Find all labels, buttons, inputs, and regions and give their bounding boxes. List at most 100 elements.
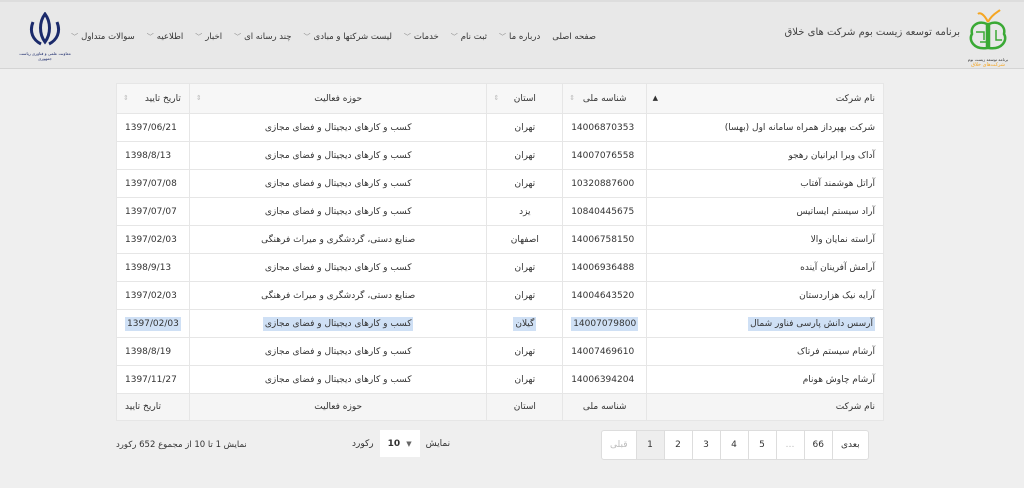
menu-item-4[interactable]: لیست شرکتها و مبادی ﹀	[304, 32, 392, 42]
table-row[interactable]: آرسس دانش پارسی فناور شمال 14007079800 گیل…	[116, 309, 884, 338]
company-name: آرایه نیک هزاردستان	[646, 281, 884, 310]
table-row[interactable]: آراد سیستم ایساتیس 10840445675 یزد کسب و کا…	[116, 197, 884, 226]
chevron-down-icon: ﹀	[303, 33, 311, 41]
activity-field: کسب و کارهای دیجیتال و فضای مجازی	[188, 253, 488, 282]
cell-text: تهران	[514, 178, 536, 189]
cell-text: صنایع دستی، گردشگری و میراث فرهنگی	[261, 234, 416, 245]
column-header-label: نام شرکت	[835, 93, 875, 104]
page-button[interactable]: 3	[691, 431, 720, 459]
cell-text: آداک ویرا ایرانیان رهجو	[788, 150, 875, 161]
province: تهران	[486, 281, 564, 310]
cell-text: کسب و کارهای دیجیتال و فضای مجازی	[264, 178, 412, 189]
column-header[interactable]: شناسه ملی ⇕	[562, 83, 648, 114]
cell-text: تهران	[514, 290, 536, 301]
cell-text: اصفهان	[510, 234, 539, 245]
province: اصفهان	[486, 225, 564, 254]
company-name: آرسس دانش پارسی فناور شمال	[646, 309, 884, 338]
page-button[interactable]: 4	[719, 431, 748, 459]
chevron-down-icon: ﹀	[234, 33, 242, 41]
column-footer: شناسه ملی	[562, 393, 648, 421]
cell-text: آرسس دانش پارسی فناور شمال	[748, 316, 875, 331]
approval-date: 1397/06/21	[116, 113, 190, 142]
column-header-label: حوزه فعالیت	[314, 93, 363, 104]
menu-item-3[interactable]: خدمات ﹀	[404, 32, 439, 42]
menu-item-label: اخبار	[205, 32, 223, 42]
national-id: 10320887600	[562, 169, 648, 198]
national-id: 14007076558	[562, 141, 648, 170]
column-header[interactable]: استان ⇕	[486, 83, 564, 114]
page-button[interactable]: 5	[747, 431, 776, 459]
company-name: آراسته نمایان والا	[646, 225, 884, 254]
cell-text: 10320887600	[571, 178, 635, 189]
national-id: 14006758150	[562, 225, 648, 254]
table-row[interactable]: آداک ویرا ایرانیان رهجو 14007076558 تهران ک…	[116, 141, 884, 170]
approval-date: 1398/9/13	[116, 253, 190, 282]
menu-item-7[interactable]: اطلاعیه ﹀	[147, 32, 183, 42]
table-row[interactable]: آراسته نمایان والا 14006758150 اصفهان صنایع…	[116, 225, 884, 254]
menu-item-label: صفحه اصلی	[552, 32, 596, 42]
next-page-button[interactable]: بعدی	[831, 431, 868, 459]
chevron-down-icon: ﹀	[195, 33, 203, 41]
table-row[interactable]: آرشام سیستم فرتاک 14007469610 تهران کسب و ک…	[116, 337, 884, 366]
national-id: 14006870353	[562, 113, 648, 142]
menu-item-1[interactable]: درباره ما ﹀	[499, 32, 540, 42]
page-button[interactable]: 1	[635, 431, 664, 459]
menu-item-5[interactable]: چند رسانه ای ﹀	[234, 32, 291, 42]
chevron-down-icon: ﹀	[403, 33, 411, 41]
approval-date: 1397/07/07	[116, 197, 190, 226]
sort-asc-icon: ▲	[652, 94, 658, 102]
brain-logo-icon: برنامه توسعه زیست بوم شرکت‌های خلاق	[966, 8, 1010, 68]
chevron-down-icon: ﹀	[146, 33, 154, 41]
length-label-after: رکورد	[352, 438, 374, 449]
top-navbar: برنامه توسعه زیست بوم شرکت‌های خلاق برنا…	[0, 0, 1024, 69]
column-header[interactable]: تاریخ تایید ⇕	[116, 83, 190, 114]
page-length-select[interactable]: 10 ▼	[379, 430, 420, 457]
cell-text: 1398/8/13	[125, 150, 172, 161]
table-row[interactable]: آرایه نیک هزاردستان 14004643520 تهران صنایع…	[116, 281, 884, 310]
main-menu: صفحه اصلی درباره ما ﹀ ثبت نام ﹀ خدمات ﹀ لیست شر…	[71, 32, 596, 42]
company-name: آراتل هوشمند آفتاب	[646, 169, 884, 198]
approval-date: 1397/11/27	[116, 365, 190, 394]
sort-icon: ⇕	[493, 94, 500, 102]
company-name: شرکت بهپرداز همراه سامانه اول (بهسا)	[646, 113, 884, 142]
menu-item-2[interactable]: ثبت نام ﹀	[451, 32, 487, 42]
activity-field: کسب و کارهای دیجیتال و فضای مجازی	[188, 365, 488, 394]
cell-text: 1398/8/19	[125, 346, 172, 357]
province: یزد	[486, 197, 564, 226]
company-name: آرشام چاوش هونام	[646, 365, 884, 394]
national-id: 10840445675	[562, 197, 648, 226]
menu-item-0[interactable]: صفحه اصلی	[552, 32, 596, 42]
cell-text: کسب و کارهای دیجیتال و فضای مجازی	[264, 346, 412, 357]
table-row[interactable]: شرکت بهپرداز همراه سامانه اول (بهسا) 1400…	[116, 113, 884, 142]
cell-text: شرکت بهپرداز همراه سامانه اول (بهسا)	[724, 122, 875, 133]
table-row[interactable]: آرشام چاوش هونام 14006394204 تهران کسب و کا…	[116, 365, 884, 394]
menu-item-8[interactable]: سوالات متداول ﹀	[71, 32, 135, 42]
chevron-down-icon: ﹀	[499, 33, 506, 41]
column-header-label: شناسه ملی	[582, 93, 627, 104]
table-info: نمایش 1 تا 10 از مجموع 652 رکورد	[116, 440, 247, 450]
approval-date: 1397/02/03	[116, 309, 190, 338]
column-header[interactable]: نام شرکت ▲	[646, 83, 884, 114]
cell-text: 1397/07/08	[125, 178, 177, 189]
chevron-down-icon: ﹀	[450, 33, 458, 41]
cell-text: 1398/9/13	[125, 262, 172, 273]
company-name: آرشام سیستم فرتاک	[646, 337, 884, 366]
column-header-label: تاریخ تایید	[144, 93, 181, 104]
approval-date: 1397/02/03	[116, 225, 190, 254]
brand-title: برنامه توسعه زیست بوم شرکت های خلاق	[784, 26, 960, 38]
brand[interactable]: برنامه توسعه زیست بوم شرکت‌های خلاق برنا…	[785, 8, 1010, 68]
cell-text: تهران	[514, 150, 536, 161]
cell-text: آراسته نمایان والا	[810, 234, 875, 245]
column-header[interactable]: حوزه فعالیت ⇕	[188, 83, 488, 114]
menu-item-6[interactable]: اخبار ﹀	[195, 32, 222, 42]
cell-text: صنایع دستی، گردشگری و میراث فرهنگی	[261, 290, 416, 301]
cell-text: یزد	[519, 206, 531, 217]
page-button[interactable]: 66	[803, 431, 832, 459]
prev-page-button[interactable]: قبلی	[602, 431, 636, 459]
table-row[interactable]: آراتل هوشمند آفتاب 10320887600 تهران کسب و …	[116, 169, 884, 198]
page-button[interactable]: 2	[663, 431, 692, 459]
table-row[interactable]: آرامش آفرینان آینده 14006936488 تهران کسب و…	[116, 253, 884, 282]
cell-text: کسب و کارهای دیجیتال و فضای مجازی	[264, 206, 412, 217]
activity-field: صنایع دستی، گردشگری و میراث فرهنگی	[188, 281, 488, 310]
companies-table: نام شرکت ▲ شناسه ملی ⇕ استان ⇕ حوزه فعالیت ⇕ تار…	[116, 83, 884, 421]
